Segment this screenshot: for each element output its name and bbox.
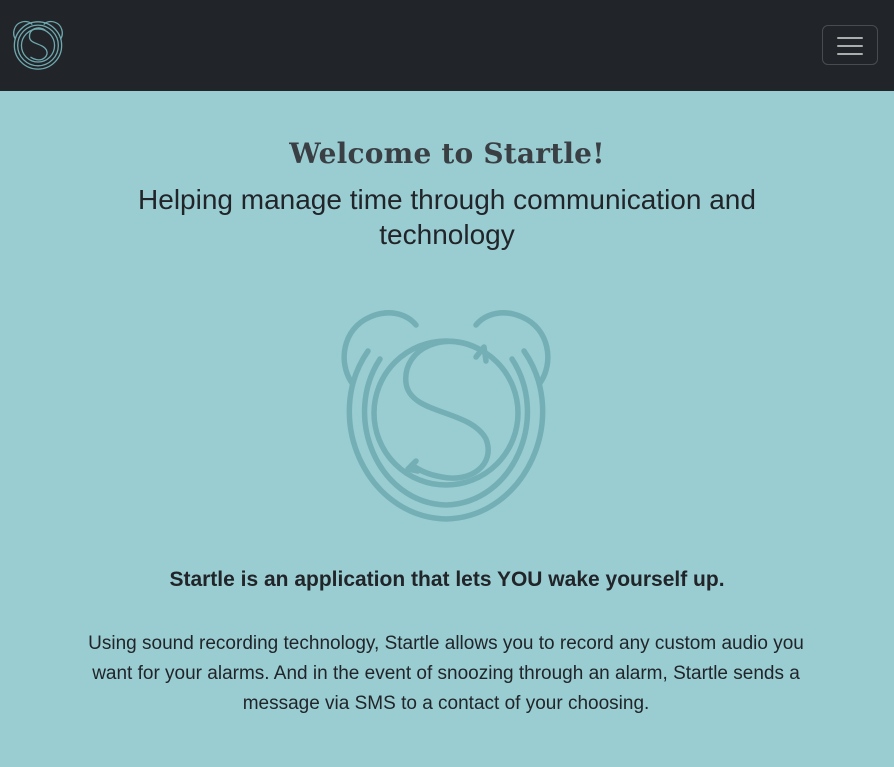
description-paragraph: Using sound recording technology, Startl… (88, 633, 804, 714)
lead-statement: Startle is an application that lets YOU … (169, 568, 725, 591)
startle-logo-icon (341, 310, 551, 522)
welcome-title: Welcome to Startle! (289, 137, 605, 170)
hamburger-menu-icon-line (837, 53, 863, 55)
hamburger-menu-icon-line (837, 45, 863, 47)
brand-logo-link[interactable] (12, 19, 64, 71)
startle-logo-icon (13, 20, 63, 70)
top-navbar (0, 0, 894, 91)
tagline-heading: Helping manage time through communicatio… (138, 184, 756, 250)
startle-hero-logo (336, 307, 556, 523)
hamburger-menu-icon (837, 37, 863, 39)
main-content: Welcome to Startle! Helping manage time … (0, 91, 894, 767)
navbar-toggle-button[interactable] (822, 25, 878, 65)
